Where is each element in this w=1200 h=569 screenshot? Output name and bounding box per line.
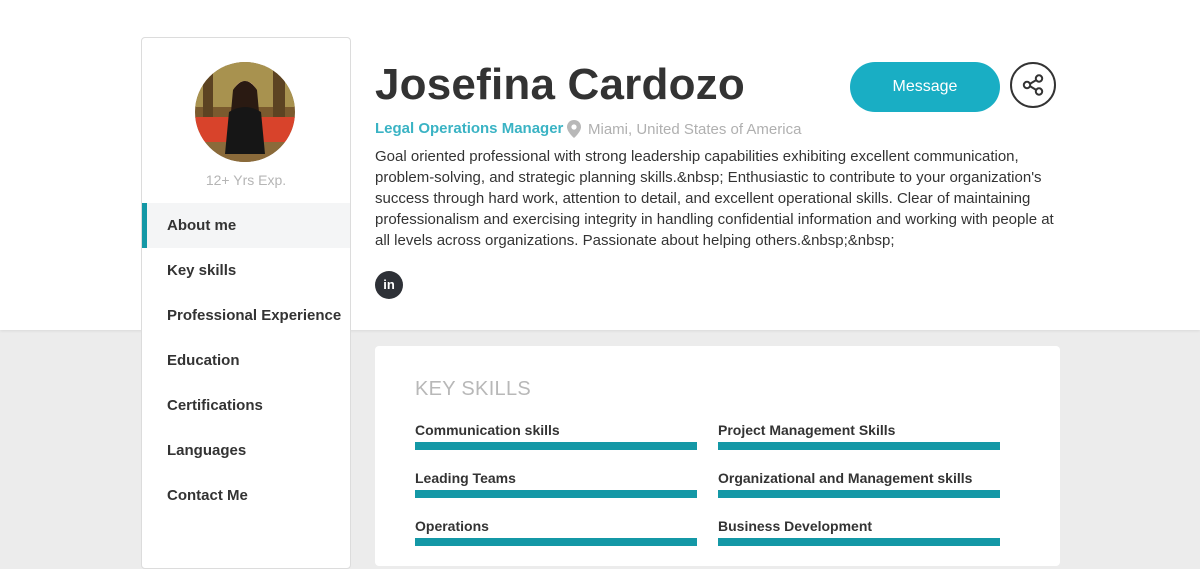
skill-label: Project Management Skills [718,422,896,438]
skill-bar-fill [415,538,697,546]
skill-bar [718,442,1000,450]
skill-item: Project Management Skills [718,420,1001,450]
key-skills-card: KEY SKILLS Communication skills Project … [375,346,1060,566]
skill-label: Operations [415,518,489,534]
experience-label: 12+ Yrs Exp. [205,172,287,188]
skill-label: Communication skills [415,422,560,438]
sidebar-item-key-skills[interactable]: Key skills [142,248,350,293]
sidebar-item-about-me[interactable]: About me [142,203,350,248]
skill-bar [718,490,1000,498]
skill-label: Business Development [718,518,873,534]
sidebar-item-languages[interactable]: Languages [142,428,350,473]
skill-bar [415,538,697,546]
skill-bar-fill [718,538,1000,546]
skill-bar [718,538,1000,546]
profile-name: Josefina Cardozo [375,60,745,109]
key-skills-title: KEY SKILLS [415,378,532,400]
sidebar-item-certifications[interactable]: Certifications [142,383,350,428]
profile-sidebar: 12+ Yrs Exp. About me Key skills Profess… [141,37,351,569]
skill-item: Leading Teams [415,468,698,498]
profile-role: Legal Operations Manager [375,120,564,137]
linkedin-icon[interactable]: in [375,271,403,299]
sidebar-nav: About me Key skills Professional Experie… [142,203,350,518]
skill-label: Leading Teams [415,470,516,486]
skill-bar [415,442,697,450]
skill-item: Communication skills [415,420,698,450]
avatar [195,62,295,162]
skill-bar-fill [718,490,1000,498]
location-pin-icon [567,120,581,138]
message-button[interactable]: Message [850,62,1000,112]
location-text: Miami, United States of America [588,120,802,138]
skill-bar-fill [415,442,697,450]
sidebar-item-contact-me[interactable]: Contact Me [142,473,350,518]
sidebar-item-professional-experience[interactable]: Professional Experience [142,293,350,338]
skill-bar-fill [718,442,1000,450]
profile-summary: Goal oriented professional with strong l… [375,148,1054,249]
share-icon [1022,74,1044,96]
skill-item: Business Development [718,516,1001,546]
share-button[interactable] [1010,62,1056,108]
skill-item: Operations [415,516,698,546]
skill-bar-fill [415,490,697,498]
profile-location: Miami, United States of America [567,120,801,138]
skill-bar [415,490,697,498]
skill-item: Organizational and Management skills [718,468,1001,498]
skill-label: Organizational and Management skills [718,470,973,486]
sidebar-item-education[interactable]: Education [142,338,350,383]
